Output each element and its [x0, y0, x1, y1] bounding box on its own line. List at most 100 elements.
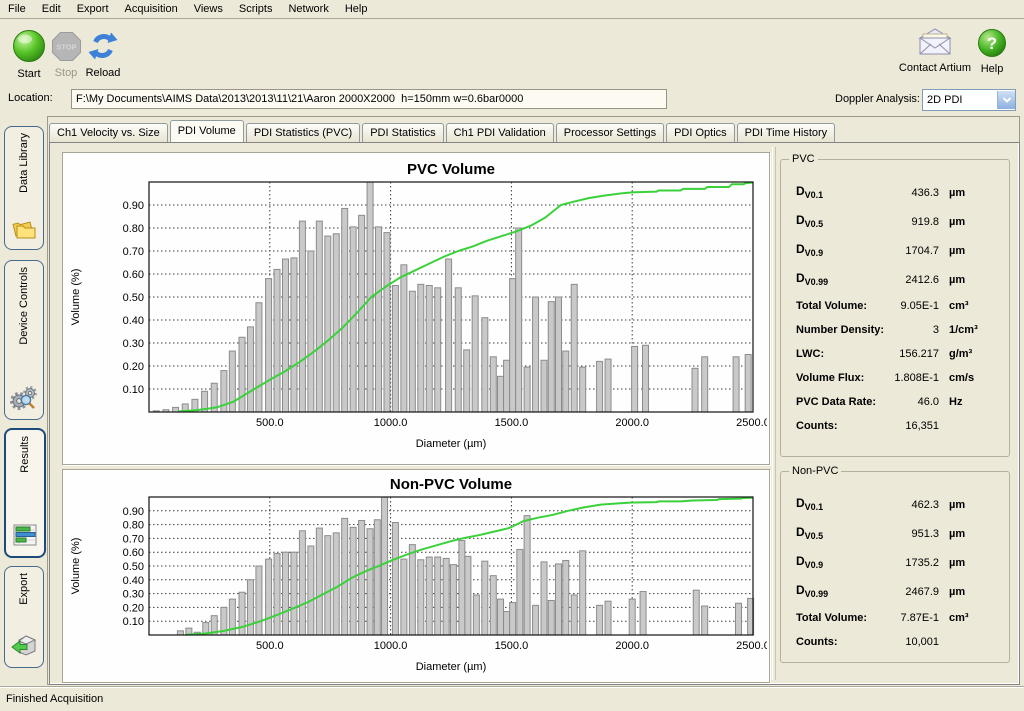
stat-row-lwc: LWC: 156.217g/m³	[781, 342, 1009, 366]
tab-pdi-optics[interactable]: PDI Optics	[666, 123, 735, 142]
non-pvc-stats-group: Non-PVC DV0.1 462.3µm DV0.5 951.3µm DV0.…	[780, 471, 1010, 663]
location-row: Location: Doppler Analysis: 2D PDI	[0, 86, 1024, 114]
svg-text:2000.0: 2000.0	[615, 417, 649, 429]
tab-pdi-statistics[interactable]: PDI Statistics	[362, 123, 443, 142]
svg-text:500.0: 500.0	[256, 640, 284, 652]
tab-ch1-velocity-vs-size[interactable]: Ch1 Velocity vs. Size	[49, 123, 168, 142]
svg-text:Diameter (µm): Diameter (µm)	[416, 438, 487, 450]
menu-file[interactable]: File	[0, 0, 34, 18]
stat-row-counts: Counts: 10,001	[781, 630, 1009, 654]
sidebar-item-results[interactable]: Results	[4, 428, 46, 558]
svg-text:Diameter (µm): Diameter (µm)	[416, 661, 487, 673]
stat-row-dv099: DV0.99 2412.6µm	[781, 265, 1009, 294]
chevron-down-icon[interactable]	[997, 91, 1015, 109]
stat-row-counts: Counts: 16,351	[781, 414, 1009, 438]
sidebar: Data Library Device Controls	[0, 116, 47, 685]
pvc-volume-chart: 0.100.200.300.400.500.600.700.800.90500.…	[63, 153, 767, 462]
help-icon: ?	[977, 49, 1007, 61]
status-bar: Finished Acquisition	[0, 686, 1024, 711]
reload-icon	[87, 53, 119, 65]
question-glyph: ?	[987, 34, 997, 53]
bar-chart-icon	[11, 522, 39, 551]
doppler-analysis-select[interactable]: 2D PDI	[922, 89, 1016, 111]
svg-text:0.10: 0.10	[123, 616, 144, 628]
start-icon	[12, 54, 46, 66]
tab-ch1-pdi-validation[interactable]: Ch1 PDI Validation	[446, 123, 554, 142]
stat-row-dv05: DV0.5 919.8µm	[781, 207, 1009, 236]
stat-row-dv05: DV0.5 951.3µm	[781, 519, 1009, 548]
gears-icon	[10, 383, 38, 414]
pvc-group-title: PVC	[789, 153, 818, 165]
tab-pdi-statistics-pvc[interactable]: PDI Statistics (PVC)	[246, 123, 360, 142]
stat-row-volume-flux: Volume Flux: 1.808E-1cm/s	[781, 366, 1009, 390]
export-icon	[10, 633, 38, 662]
status-text: Finished Acquisition	[6, 693, 103, 705]
reload-button[interactable]: Reload	[82, 30, 124, 79]
menu-export[interactable]: Export	[69, 0, 117, 18]
svg-text:1500.0: 1500.0	[495, 417, 529, 429]
stat-row-dv09: DV0.9 1735.2µm	[781, 548, 1009, 577]
svg-text:0.80: 0.80	[123, 520, 144, 532]
menu-help[interactable]: Help	[337, 0, 376, 18]
svg-text:0.80: 0.80	[123, 223, 144, 235]
non-pvc-volume-chart: 0.100.200.300.400.500.600.700.800.90500.…	[63, 470, 767, 680]
stop-glyph: STOP	[56, 43, 76, 52]
splitter[interactable]	[772, 147, 776, 680]
svg-text:0.30: 0.30	[123, 338, 144, 350]
pvc-volume-chart-panel: 0.100.200.300.400.500.600.700.800.90500.…	[62, 152, 770, 465]
menu-scripts[interactable]: Scripts	[231, 0, 281, 18]
location-input[interactable]	[71, 89, 667, 109]
svg-text:Volume (%): Volume (%)	[70, 269, 82, 326]
menu-network[interactable]: Network	[280, 0, 336, 18]
sidebar-item-export[interactable]: Export	[4, 566, 44, 668]
stat-row-dv099: DV0.99 2467.9µm	[781, 577, 1009, 606]
stat-row-total-volume: Total Volume: 7.87E-1cm³	[781, 606, 1009, 630]
menu-acquisition[interactable]: Acquisition	[117, 0, 186, 18]
tab-bar: Ch1 Velocity vs. Size PDI Volume PDI Sta…	[49, 121, 837, 142]
menu-views[interactable]: Views	[186, 0, 231, 18]
svg-text:0.60: 0.60	[123, 269, 144, 281]
svg-text:1500.0: 1500.0	[495, 640, 529, 652]
svg-text:0.70: 0.70	[123, 246, 144, 258]
svg-text:1000.0: 1000.0	[374, 640, 408, 652]
stat-row-total-volume: Total Volume: 9.05E-1cm³	[781, 294, 1009, 318]
results-view: Ch1 Velocity vs. Size PDI Volume PDI Sta…	[47, 116, 1020, 685]
menu-bar: File Edit Export Acquisition Views Scrip…	[0, 0, 1024, 19]
svg-text:0.60: 0.60	[123, 547, 144, 559]
tab-pdi-time-history[interactable]: PDI Time History	[737, 123, 836, 142]
sidebar-item-device-controls[interactable]: Device Controls	[4, 260, 44, 420]
pdi-volume-panel: 0.10 0.20 0.30 0.40 0.50 0.60 0.70 0.80 0.90 500.…	[49, 142, 1020, 685]
stat-row-dv01: DV0.1 436.3µm	[781, 178, 1009, 207]
tab-pdi-volume[interactable]: PDI Volume	[170, 120, 244, 142]
stat-row-dv09: DV0.9 1704.7µm	[781, 236, 1009, 265]
svg-text:2000.0: 2000.0	[615, 640, 649, 652]
svg-text:0.10: 0.10	[123, 384, 144, 396]
location-label: Location:	[8, 92, 53, 104]
non-pvc-group-title: Non-PVC	[789, 465, 841, 477]
help-button[interactable]: ? Help	[974, 28, 1010, 75]
start-button[interactable]: Start	[6, 29, 52, 80]
svg-text:0.20: 0.20	[123, 361, 144, 373]
svg-text:Non-PVC Volume: Non-PVC Volume	[390, 476, 512, 493]
tab-processor-settings[interactable]: Processor Settings	[556, 123, 664, 142]
svg-text:500.0: 500.0	[256, 417, 284, 429]
sidebar-item-data-library[interactable]: Data Library	[4, 126, 44, 250]
svg-text:2500.0: 2500.0	[736, 417, 767, 429]
envelope-icon	[917, 48, 953, 60]
folders-icon	[10, 215, 38, 244]
contact-artium-button[interactable]: Contact Artium	[898, 27, 972, 74]
doppler-analysis-label: Doppler Analysis:	[835, 93, 920, 105]
non-pvc-volume-chart-panel: 0.100.200.300.400.500.600.700.800.90500.…	[62, 469, 770, 683]
stop-button[interactable]: STOP Stop	[48, 31, 84, 79]
svg-text:0.90: 0.90	[123, 200, 144, 212]
svg-text:0.30: 0.30	[123, 589, 144, 601]
pvc-stats-group: PVC DV0.1 436.3µm DV0.5 919.8µm DV0.9 17…	[780, 159, 1010, 457]
stop-icon: STOP	[51, 53, 82, 65]
svg-text:0.50: 0.50	[123, 292, 144, 304]
stat-row-dv01: DV0.1 462.3µm	[781, 490, 1009, 519]
toolbar: Start STOP Stop Reload	[0, 19, 1024, 85]
svg-text:0.40: 0.40	[123, 575, 144, 587]
svg-text:2500.0: 2500.0	[736, 640, 767, 652]
menu-edit[interactable]: Edit	[34, 0, 69, 18]
stat-row-number-density: Number Density: 31/cm³	[781, 318, 1009, 342]
